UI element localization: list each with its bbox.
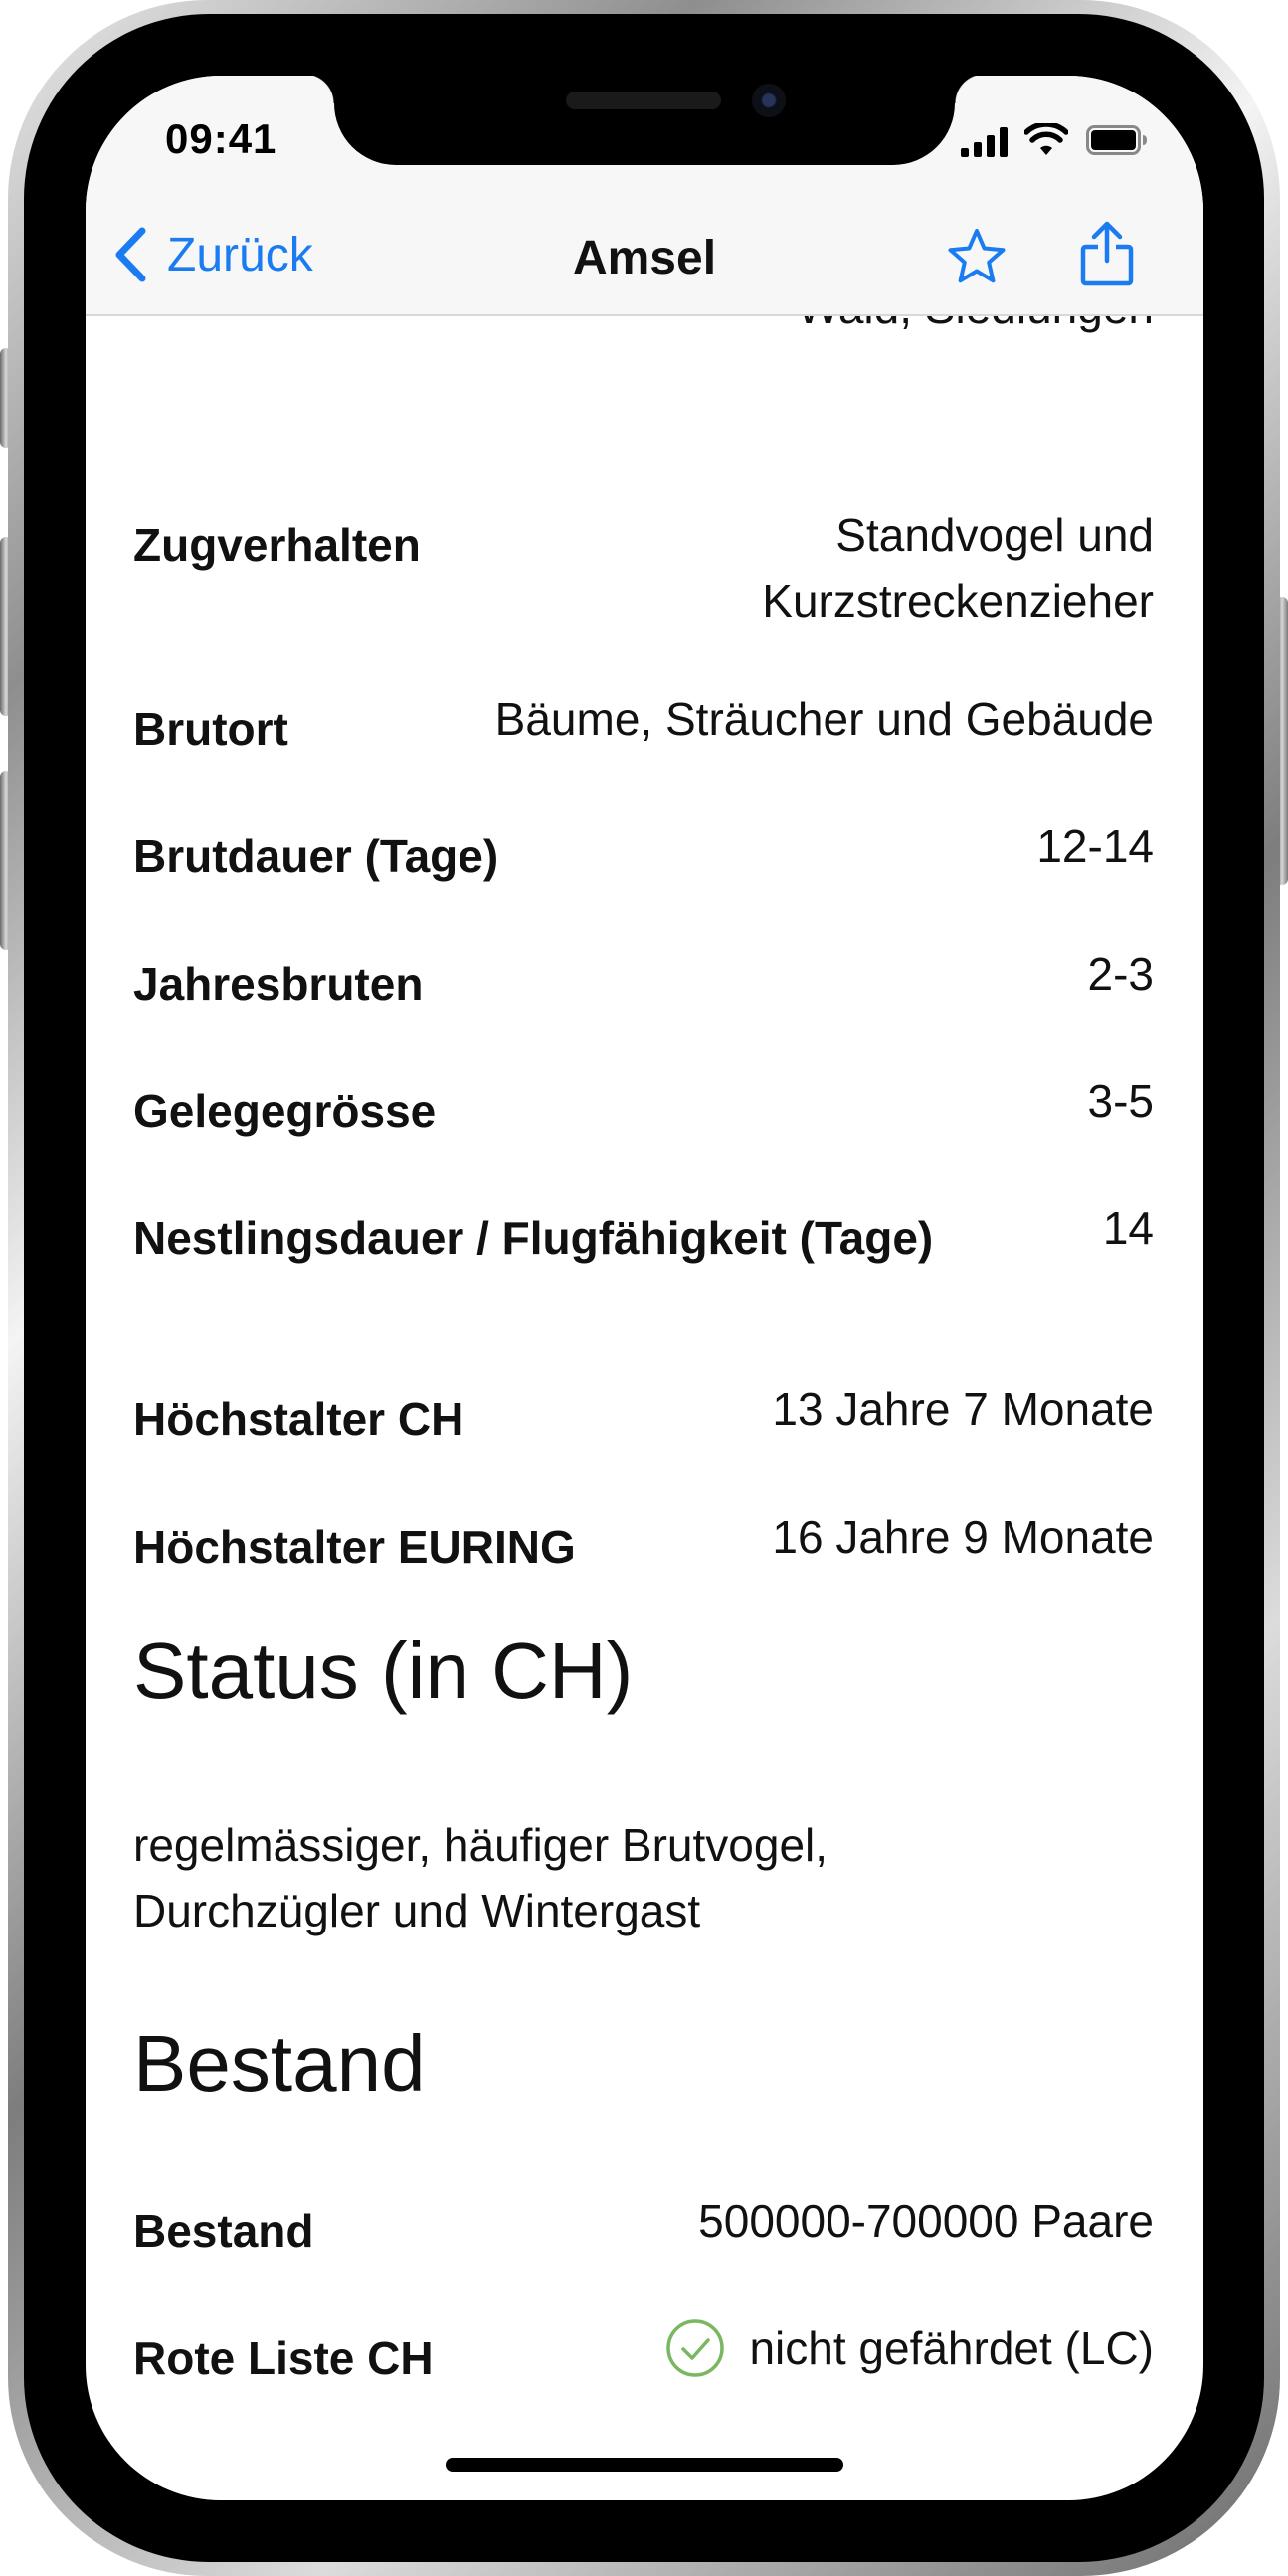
detail-value-line: Kurzstreckenzieher	[762, 575, 1154, 627]
page-title: Amsel	[572, 232, 717, 284]
detail-label: Nestlingsdauer / Flugfähigkeit (Tage)	[133, 1212, 934, 1264]
status-time: 09:41	[165, 115, 277, 162]
detail-value: 14	[1102, 1202, 1154, 1254]
front-camera	[752, 84, 786, 117]
favorite-star-icon[interactable]	[947, 227, 1007, 286]
section-heading-bestand: Bestand	[133, 2019, 426, 2108]
red-list-value: nicht gefährdet (LC)	[665, 2315, 1154, 2381]
detail-label: Brutdauer (Tage)	[133, 830, 499, 882]
share-icon[interactable]	[1080, 221, 1134, 286]
check-circle-icon	[666, 2319, 725, 2377]
wifi-icon	[1024, 123, 1068, 155]
status-description: regelmässiger, häufiger Brutvogel, Durch…	[133, 1812, 1028, 1943]
detail-label: Höchstalter EURING	[133, 1521, 576, 1572]
battery-icon	[1086, 125, 1147, 155]
detail-label: Zugverhalten	[133, 519, 421, 571]
section-heading-status: Status (in CH)	[133, 1626, 634, 1715]
partial-habitat-value: Wald, Siedlungen	[797, 314, 1154, 334]
detail-label: Jahresbruten	[133, 958, 424, 1010]
speaker-grille	[566, 92, 721, 109]
detail-value: 3-5	[1087, 1075, 1154, 1127]
detail-value: Standvogel und Kurzstreckenzieher	[762, 502, 1154, 634]
detail-content[interactable]: Wald, Siedlungen Zugverhalten Standvogel…	[86, 314, 1203, 2500]
detail-label: Rote Liste CH	[133, 2332, 434, 2384]
detail-label: Gelegegrösse	[133, 1085, 437, 1137]
detail-value-line: Standvogel und	[835, 509, 1154, 561]
status-text-line: Durchzügler und Wintergast	[133, 1885, 701, 1936]
detail-value: 16 Jahre 9 Monate	[772, 1511, 1154, 1563]
detail-value: 500000-700000 Paare	[698, 2195, 1154, 2247]
detail-value: Bäume, Sträucher und Gebäude	[494, 693, 1154, 745]
detail-value: 12-14	[1036, 821, 1154, 872]
detail-label: Brutort	[133, 703, 288, 755]
detail-value: 2-3	[1087, 948, 1154, 1000]
notch	[304, 76, 985, 165]
detail-label: Bestand	[133, 2205, 314, 2257]
detail-value: 13 Jahre 7 Monate	[772, 1383, 1154, 1435]
cellular-signal-icon	[961, 127, 1008, 157]
home-indicator[interactable]	[446, 2458, 843, 2472]
screen: 09:41 Zurück Amsel Zugverhalten Standvog…	[86, 76, 1203, 2500]
status-text-line: regelmässiger, häufiger Brutvogel,	[133, 1819, 828, 1871]
detail-label: Höchstalter CH	[133, 1393, 464, 1445]
red-list-status: nicht gefährdet (LC)	[749, 2322, 1154, 2374]
navigation-bar: Zurück Amsel	[86, 185, 1203, 316]
